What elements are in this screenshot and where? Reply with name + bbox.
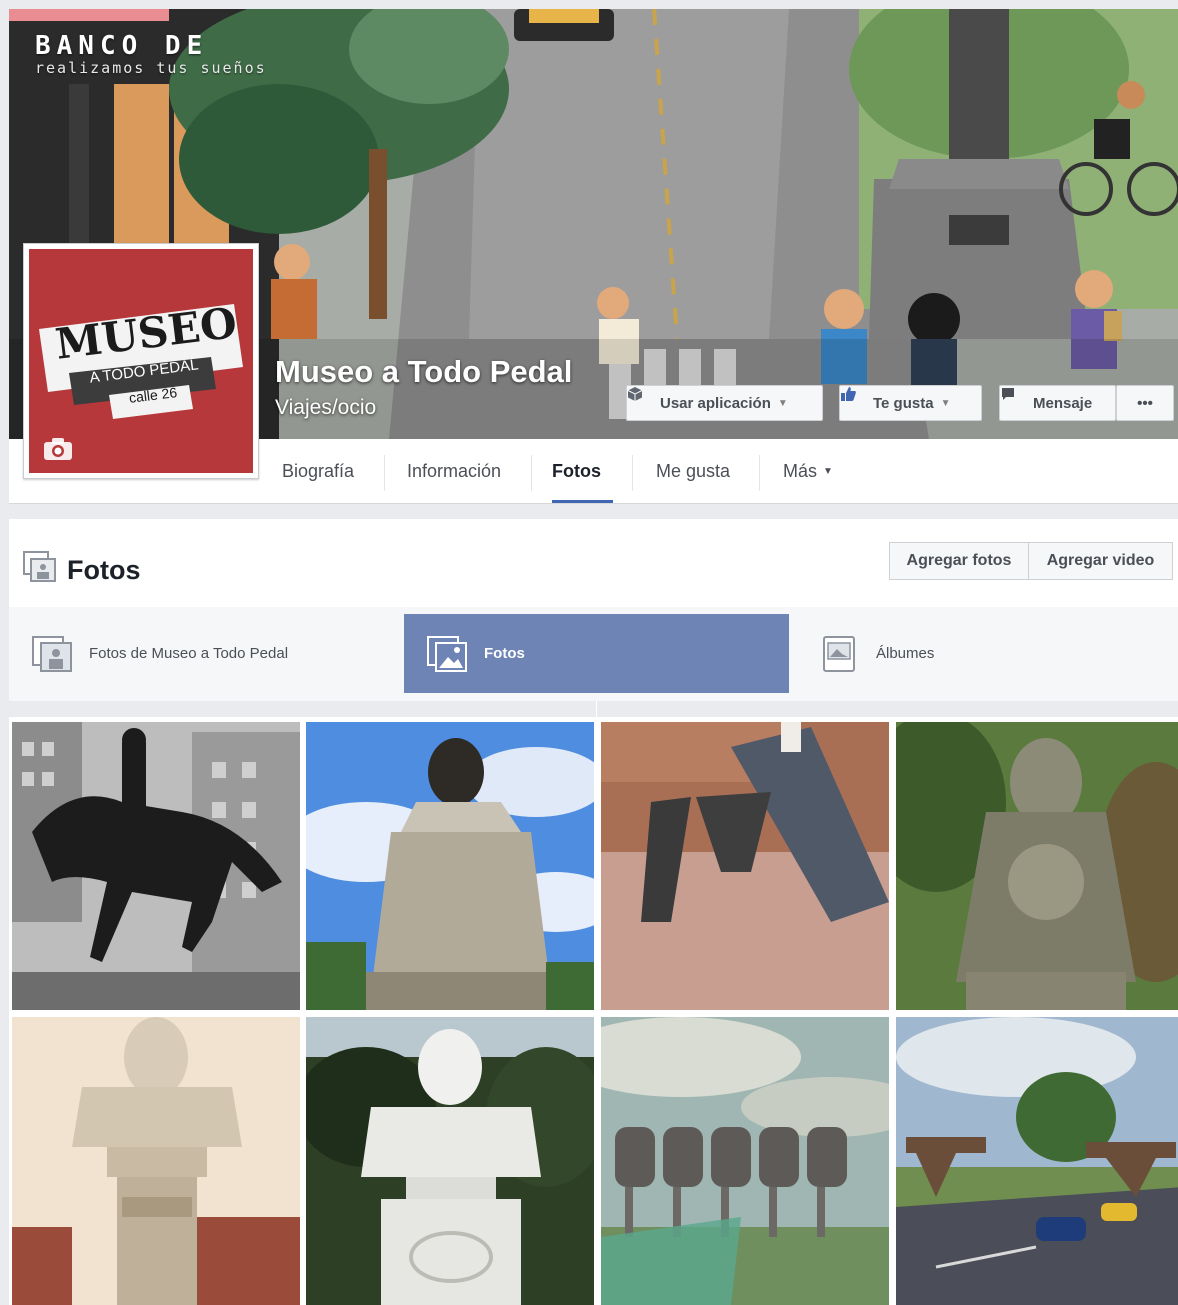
tab-label: Me gusta — [656, 460, 731, 481]
grid-divider — [9, 701, 1178, 717]
photos-header: Fotos Agregar fotos Agregar video — [9, 519, 1178, 608]
profile-picture[interactable]: MUSEO A TODO PEDAL calle 26 — [23, 243, 259, 479]
tab-divider — [759, 455, 760, 491]
page-category[interactable]: Viajes/ocio — [275, 396, 376, 420]
photo-abstract-sculpture[interactable] — [601, 722, 889, 1010]
message-button[interactable]: Mensaje — [999, 385, 1116, 421]
photo-equestrian-statue[interactable] — [12, 722, 300, 1010]
subtab-label: Álbumes — [876, 645, 935, 662]
tab-label: Información — [407, 460, 502, 481]
section-divider — [9, 503, 1178, 520]
camera-icon[interactable] — [43, 437, 73, 461]
photo-road-sculpture[interactable] — [896, 1017, 1178, 1305]
app-cube-icon — [627, 387, 653, 411]
tab-me-gusta[interactable]: Me gusta — [656, 439, 730, 503]
photos-title: Fotos — [67, 555, 141, 585]
photo-white-bust[interactable] — [306, 1017, 594, 1305]
caret-down-icon: ▼ — [823, 465, 833, 477]
tab-mas[interactable]: Más ▼ — [783, 439, 833, 503]
use-app-label: Usar aplicación — [660, 394, 771, 412]
tab-divider — [632, 455, 633, 491]
more-dots: ••• — [1137, 394, 1153, 412]
photos-icon — [426, 635, 468, 673]
caret-down-icon: ▼ — [777, 397, 788, 409]
tab-divider — [384, 455, 385, 491]
use-app-button[interactable]: Usar aplicación ▼ — [626, 385, 823, 421]
subtab-label: Fotos de Museo a Todo Pedal — [89, 645, 289, 662]
message-icon — [1002, 388, 1026, 411]
photos-icon — [23, 551, 57, 588]
tab-biografia[interactable]: Biografía — [282, 439, 354, 503]
tab-label: Biografía — [282, 460, 355, 481]
photo-stone-figure[interactable] — [896, 722, 1178, 1010]
photo-stack-icon — [31, 635, 73, 673]
subtab-photos[interactable]: Fotos — [404, 614, 789, 693]
photo-bust-sky[interactable] — [306, 722, 594, 1010]
tab-label: Fotos — [552, 460, 601, 481]
photo-bust-pedestal[interactable] — [12, 1017, 300, 1305]
tab-divider — [531, 455, 532, 491]
like-button[interactable]: Te gusta ▼ — [839, 385, 982, 421]
facebook-page: BANCO DE realizamos tus sueños Museo a T… — [9, 9, 1178, 1305]
subtab-label: Fotos — [484, 645, 525, 662]
add-video-button[interactable]: Agregar video — [1028, 542, 1173, 580]
subtab-page-photos[interactable]: Fotos de Museo a Todo Pedal — [9, 614, 397, 693]
logo: MUSEO A TODO PEDAL calle 26 — [29, 249, 253, 473]
tab-label: Más — [783, 460, 818, 481]
bank-title: BANCO DE — [35, 31, 209, 61]
message-label: Mensaje — [1033, 394, 1093, 412]
tab-informacion[interactable]: Información — [407, 439, 501, 503]
bank-billboard: BANCO DE realizamos tus sueños — [35, 31, 267, 77]
more-options-button[interactable]: ••• — [1116, 385, 1174, 421]
photo-subtabs: Fotos de Museo a Todo Pedal Fotos Álbume… — [9, 607, 1178, 702]
tab-fotos[interactable]: Fotos — [552, 439, 613, 503]
bank-slogan: realizamos tus sueños — [35, 59, 267, 77]
thumbs-up-icon — [841, 387, 866, 411]
album-icon — [818, 635, 860, 673]
photo-letters-sculpture[interactable] — [601, 1017, 889, 1305]
subtab-albums[interactable]: Álbumes — [796, 614, 1178, 693]
like-label: Te gusta — [873, 394, 934, 412]
page-title[interactable]: Museo a Todo Pedal — [275, 354, 572, 390]
caret-down-icon: ▼ — [940, 397, 951, 409]
add-photos-button[interactable]: Agregar fotos — [889, 542, 1029, 580]
